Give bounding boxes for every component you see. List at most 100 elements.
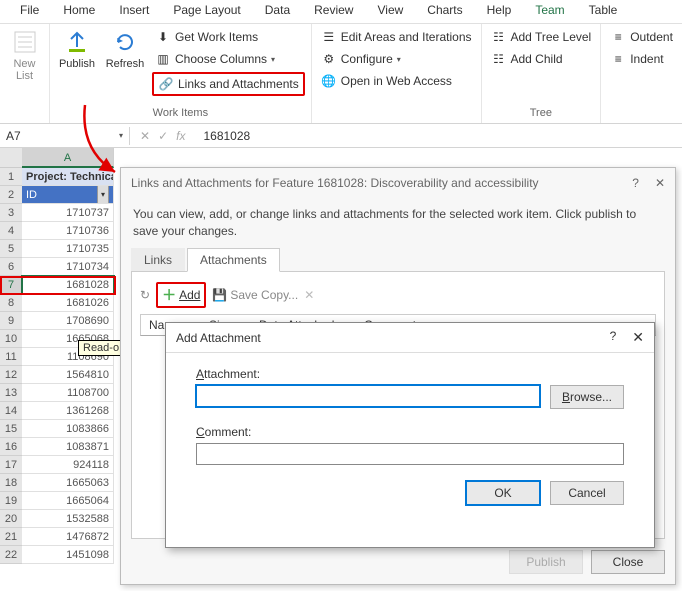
- row-header[interactable]: 9: [0, 312, 22, 330]
- plus-icon: ＋: [162, 285, 176, 305]
- data-cell[interactable]: 1361268: [22, 402, 114, 420]
- refresh-button[interactable]: Refresh: [104, 28, 146, 70]
- accept-formula-icon[interactable]: ✓: [158, 129, 168, 143]
- indent-button[interactable]: ≡Indent: [607, 50, 676, 68]
- row-header[interactable]: 19: [0, 492, 22, 510]
- add-child-button[interactable]: ☷Add Child: [488, 50, 595, 68]
- menu-home[interactable]: Home: [51, 0, 107, 23]
- browse-button[interactable]: Browse...: [550, 385, 624, 409]
- data-cell[interactable]: 1681028: [22, 276, 114, 294]
- data-cell[interactable]: 1564810: [22, 366, 114, 384]
- data-cell[interactable]: 1710737: [22, 204, 114, 222]
- open-web-button[interactable]: 🌐Open in Web Access: [318, 72, 475, 90]
- links-attachments-button[interactable]: 🔗Links and Attachments: [152, 72, 305, 96]
- data-cell[interactable]: 1710736: [22, 222, 114, 240]
- row-header[interactable]: 6: [0, 258, 22, 276]
- data-cell[interactable]: 1665064: [22, 492, 114, 510]
- tab-attachments[interactable]: Attachments: [187, 248, 280, 272]
- configure-button[interactable]: ⚙Configure▾: [318, 50, 475, 68]
- cancel-button[interactable]: Cancel: [550, 481, 624, 505]
- menu-review[interactable]: Review: [302, 0, 365, 23]
- publish-button[interactable]: Publish: [56, 28, 98, 70]
- menu-data[interactable]: Data: [253, 0, 302, 23]
- data-cell[interactable]: 1451098: [22, 546, 114, 564]
- row-header[interactable]: 2: [0, 186, 22, 204]
- id-header-cell[interactable]: ID▾: [22, 186, 114, 204]
- row-header[interactable]: 3: [0, 204, 22, 222]
- row-header[interactable]: 20: [0, 510, 22, 528]
- close-icon[interactable]: ✕: [655, 176, 665, 190]
- menu-view[interactable]: View: [365, 0, 415, 23]
- row-header[interactable]: 22: [0, 546, 22, 564]
- row-header[interactable]: 1: [0, 168, 22, 186]
- dialog-info-text: You can view, add, or change links and a…: [121, 198, 675, 248]
- add-attachment-button[interactable]: ＋Add: [156, 282, 206, 308]
- edit-areas-button[interactable]: ☰Edit Areas and Iterations: [318, 28, 475, 46]
- ok-button[interactable]: OK: [466, 481, 540, 505]
- menu-charts[interactable]: Charts: [415, 0, 474, 23]
- name-box[interactable]: A7▾: [0, 127, 130, 145]
- readonly-tooltip: Read-o: [78, 340, 124, 356]
- fx-icon[interactable]: fx: [176, 129, 185, 143]
- row-header[interactable]: 8: [0, 294, 22, 312]
- row-header[interactable]: 21: [0, 528, 22, 546]
- data-cell[interactable]: 1681026: [22, 294, 114, 312]
- data-cell[interactable]: 1710734: [22, 258, 114, 276]
- outdent-icon: ≡: [610, 29, 626, 45]
- menu-table[interactable]: Table: [577, 0, 630, 23]
- formula-input[interactable]: 1681028: [195, 127, 682, 145]
- new-list-label: New List: [6, 58, 43, 82]
- columns-icon: ▥: [155, 51, 171, 67]
- formula-bar-row: A7▾ ✕ ✓ fx 1681028: [0, 124, 682, 148]
- data-cell[interactable]: 924118: [22, 456, 114, 474]
- menu-team[interactable]: Team: [523, 0, 576, 23]
- row-header[interactable]: 15: [0, 420, 22, 438]
- data-cell[interactable]: 1108700: [22, 384, 114, 402]
- row-header[interactable]: 17: [0, 456, 22, 474]
- row-header[interactable]: 5: [0, 240, 22, 258]
- close-dialog-button[interactable]: Close: [591, 550, 665, 574]
- row-header[interactable]: 11: [0, 348, 22, 366]
- close-icon[interactable]: ✕: [632, 329, 644, 346]
- menu-page-layout[interactable]: Page Layout: [161, 0, 252, 23]
- refresh-icon: [111, 28, 139, 56]
- data-cell[interactable]: 1083871: [22, 438, 114, 456]
- col-header-a[interactable]: A: [22, 148, 114, 168]
- attachment-input[interactable]: [196, 385, 540, 407]
- menu-help[interactable]: Help: [475, 0, 524, 23]
- delete-attachment-button: ✕: [304, 288, 314, 302]
- get-work-items-button[interactable]: ⬇Get Work Items: [152, 28, 305, 46]
- data-cell[interactable]: 1708690: [22, 312, 114, 330]
- cancel-formula-icon[interactable]: ✕: [140, 129, 150, 143]
- row-header[interactable]: 16: [0, 438, 22, 456]
- row-header[interactable]: 12: [0, 366, 22, 384]
- row-header[interactable]: 4: [0, 222, 22, 240]
- menu-insert[interactable]: Insert: [107, 0, 161, 23]
- help-button[interactable]: ?: [632, 176, 639, 190]
- gear-icon: ⚙: [321, 51, 337, 67]
- menu-file[interactable]: File: [8, 0, 51, 23]
- save-copy-button: 💾Save Copy...: [212, 288, 298, 302]
- help-button[interactable]: ?: [610, 329, 617, 346]
- child-icon: ☷: [491, 51, 507, 67]
- save-icon: 💾: [212, 288, 227, 302]
- row-header[interactable]: 14: [0, 402, 22, 420]
- select-all-corner[interactable]: [0, 148, 22, 168]
- data-cell[interactable]: 1665063: [22, 474, 114, 492]
- data-cell[interactable]: 1532588: [22, 510, 114, 528]
- comment-input[interactable]: [196, 443, 624, 465]
- row-header[interactable]: 18: [0, 474, 22, 492]
- row-header[interactable]: 13: [0, 384, 22, 402]
- outdent-button[interactable]: ≡Outdent: [607, 28, 676, 46]
- add-tree-level-button[interactable]: ☷Add Tree Level: [488, 28, 595, 46]
- refresh-attachments-button[interactable]: ↻: [140, 288, 150, 302]
- data-cell[interactable]: 1083866: [22, 420, 114, 438]
- choose-columns-button[interactable]: ▥Choose Columns▾: [152, 50, 305, 68]
- row-header[interactable]: 7: [0, 276, 22, 294]
- data-cell[interactable]: 1476872: [22, 528, 114, 546]
- data-cell[interactable]: 1710735: [22, 240, 114, 258]
- row-header[interactable]: 10: [0, 330, 22, 348]
- tab-links[interactable]: Links: [131, 248, 185, 272]
- chevron-down-icon: ▾: [271, 55, 275, 64]
- filter-icon[interactable]: ▾: [97, 186, 109, 204]
